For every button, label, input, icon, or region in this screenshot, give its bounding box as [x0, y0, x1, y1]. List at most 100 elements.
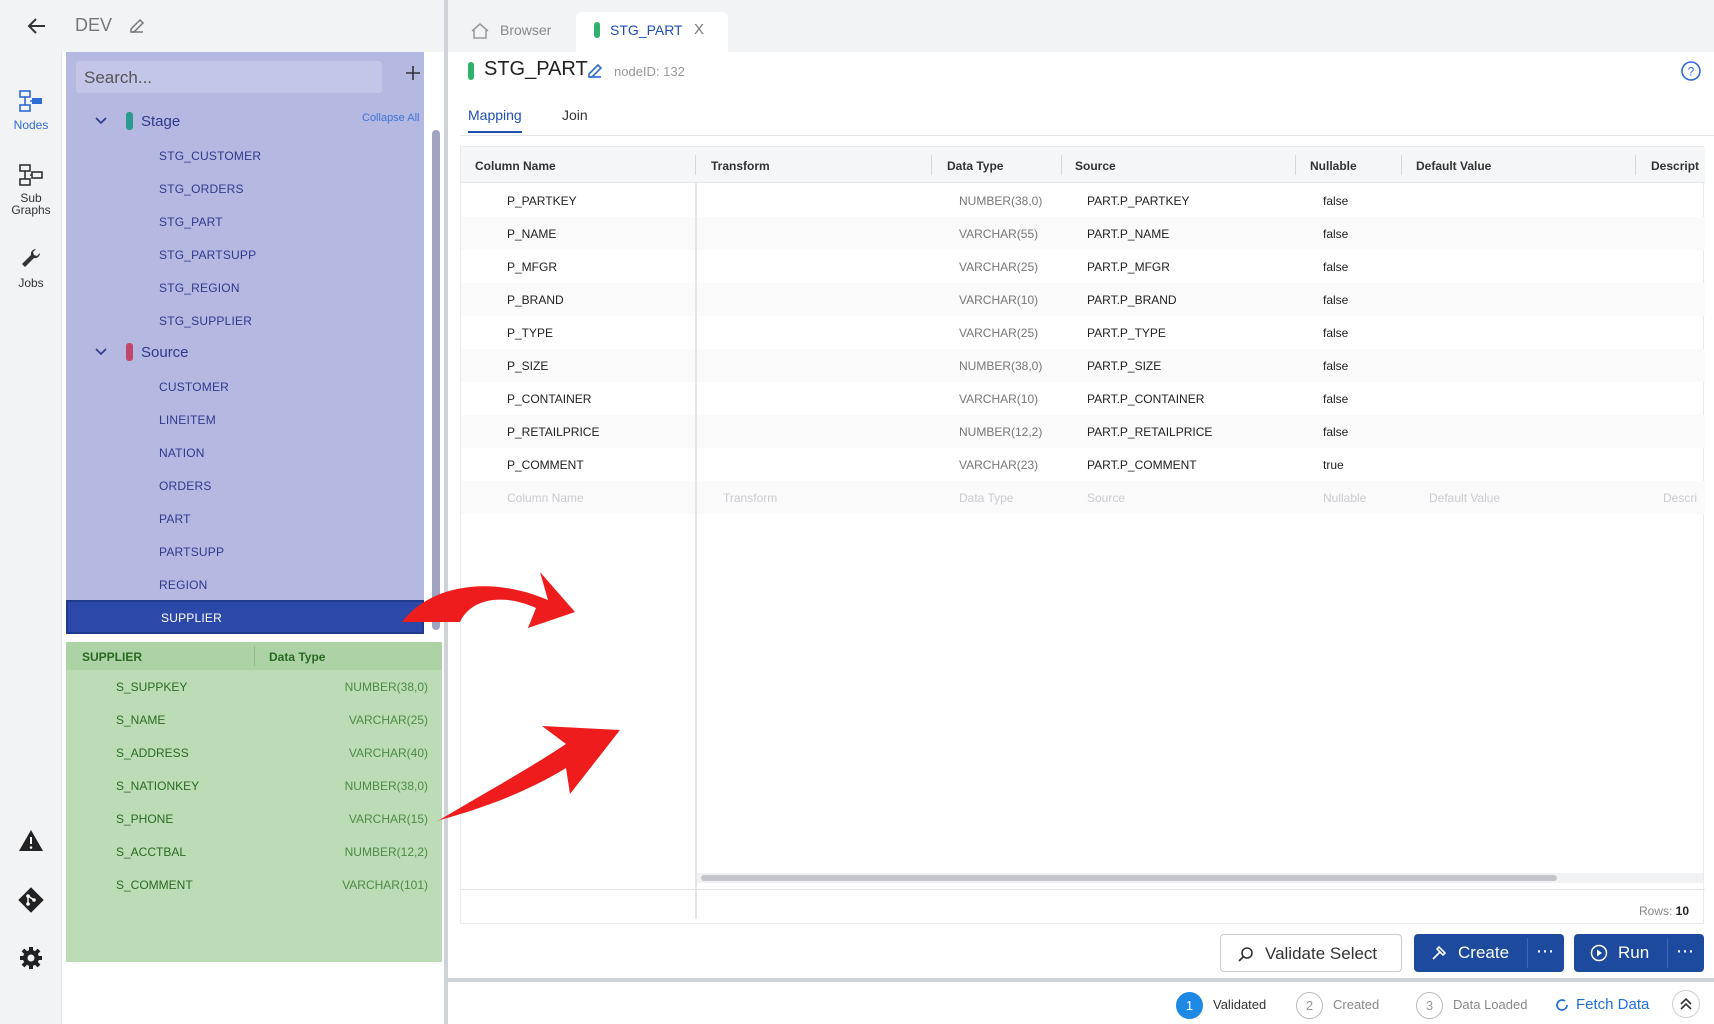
table-row[interactable]: P_CONTAINER VARCHAR(10) PART.P_CONTAINER fa…: [461, 382, 1705, 415]
tree-item[interactable]: STG_ORDERS: [66, 173, 424, 205]
col-header-column-name[interactable]: Column Name: [475, 159, 556, 173]
cell-source: PART.P_PARTKEY: [1087, 194, 1190, 208]
stage-color-bar: [126, 112, 133, 130]
tab-mapping[interactable]: Mapping: [468, 107, 522, 133]
table-row[interactable]: P_BRAND VARCHAR(10) PART.P_BRAND false: [461, 283, 1705, 316]
tab-browser[interactable]: Browser: [456, 12, 574, 52]
table-row[interactable]: P_SIZE NUMBER(38,0) PART.P_SIZE false: [461, 349, 1705, 382]
pencil-icon[interactable]: [128, 16, 146, 39]
run-more-icon[interactable]: ⋯: [1676, 941, 1694, 962]
tree-item[interactable]: ORDERS: [66, 470, 424, 502]
col-header-data-type[interactable]: Data Type: [947, 159, 1003, 173]
column-type: NUMBER(12,2): [344, 845, 428, 859]
edit-icon[interactable]: [586, 61, 604, 84]
rail-item-jobs[interactable]: Jobs: [0, 246, 62, 290]
table-row[interactable]: P_NAME VARCHAR(55) PART.P_NAME false: [461, 217, 1705, 250]
cell-nullable: false: [1323, 392, 1349, 406]
panel-resize-handle[interactable]: [444, 0, 448, 1024]
col-header-transform[interactable]: Transform: [711, 159, 770, 173]
rail-item-nodes[interactable]: Nodes: [0, 88, 62, 132]
col-header-nullable[interactable]: Nullable: [1310, 159, 1357, 173]
sub-tabs: Mapping Join: [460, 100, 1714, 136]
back-arrow-icon[interactable]: [24, 13, 50, 39]
cell-name: P_TYPE: [507, 326, 554, 340]
add-node-button[interactable]: [402, 62, 424, 84]
step-number: 2: [1296, 992, 1323, 1019]
create-button[interactable]: Create ⋯: [1414, 934, 1564, 972]
col-header-description[interactable]: Descript: [1651, 159, 1699, 173]
tree-item[interactable]: STG_SUPPLIER: [66, 305, 424, 337]
tab-stg-part[interactable]: STG_PART X: [576, 12, 728, 52]
table-row[interactable]: P_PARTKEY NUMBER(38,0) PART.P_PARTKEY false: [461, 184, 1705, 217]
group-name: Stage: [141, 113, 181, 130]
cell-nullable: false: [1323, 260, 1349, 274]
placeholder-source: Source: [1087, 491, 1126, 505]
tree-item[interactable]: NATION: [66, 437, 424, 469]
step-created: 2 Created: [1296, 992, 1379, 1019]
column-row[interactable]: S_NAME VARCHAR(25): [66, 703, 442, 736]
tree-item-selected[interactable]: SUPPLIER: [66, 600, 424, 634]
browser-scrollbar[interactable]: [432, 130, 440, 630]
table-row[interactable]: P_MFGR VARCHAR(25) PART.P_MFGR false: [461, 250, 1705, 283]
column-row[interactable]: S_ACCTBAL NUMBER(12,2): [66, 835, 442, 868]
tree-item[interactable]: REGION: [66, 569, 424, 601]
rail-item-subgraphs[interactable]: Sub Graphs: [0, 162, 62, 216]
validate-label: Validate Select: [1265, 944, 1378, 963]
group-source[interactable]: Source: [66, 337, 424, 369]
close-icon[interactable]: X: [694, 21, 704, 38]
column-row[interactable]: S_ADDRESS VARCHAR(40): [66, 736, 442, 769]
cell-name: P_SIZE: [507, 359, 549, 373]
plus-icon: [406, 66, 420, 80]
collapse-panel-button[interactable]: [1672, 990, 1700, 1018]
pinned-column-divider: [695, 183, 697, 919]
cell-type: NUMBER(38,0): [959, 194, 1043, 208]
scroll-thumb[interactable]: [701, 875, 1557, 881]
cell-name: P_RETAILPRICE: [507, 425, 600, 439]
header-divider: [931, 155, 932, 175]
search-input[interactable]: Search...: [76, 61, 382, 93]
col-header-source[interactable]: Source: [1075, 159, 1116, 173]
step-data-loaded: 3 Data Loaded: [1416, 992, 1527, 1019]
cell-nullable: false: [1323, 227, 1349, 241]
gear-icon[interactable]: [0, 945, 62, 975]
fetch-data-button[interactable]: Fetch Data: [1554, 996, 1649, 1013]
cell-source: PART.P_NAME: [1087, 227, 1170, 241]
column-row[interactable]: S_SUPPKEY NUMBER(38,0): [66, 670, 442, 703]
tree-item[interactable]: STG_PARTSUPP: [66, 239, 424, 271]
tree-item[interactable]: STG_REGION: [66, 272, 424, 304]
help-icon[interactable]: ?: [1680, 60, 1702, 87]
step-number: 1: [1176, 992, 1203, 1019]
cell-nullable: false: [1323, 293, 1349, 307]
warning-icon[interactable]: [0, 828, 62, 858]
table-row[interactable]: P_TYPE VARCHAR(25) PART.P_TYPE false: [461, 316, 1705, 349]
create-more-icon[interactable]: ⋯: [1536, 941, 1554, 962]
tree-item[interactable]: PARTSUPP: [66, 536, 424, 568]
column-row[interactable]: S_COMMENT VARCHAR(101): [66, 868, 442, 901]
column-row[interactable]: S_PHONE VARCHAR(15): [66, 802, 442, 835]
header-divider: [695, 155, 696, 175]
tab-join[interactable]: Join: [562, 107, 588, 131]
col-header-default-value[interactable]: Default Value: [1416, 159, 1491, 173]
play-icon: [1590, 944, 1608, 962]
git-icon[interactable]: [0, 887, 62, 917]
tree-item[interactable]: CUSTOMER: [66, 371, 424, 403]
cell-nullable: true: [1323, 458, 1344, 472]
tree-item[interactable]: STG_CUSTOMER: [66, 140, 424, 172]
columns-header: SUPPLIER Data Type: [66, 642, 442, 670]
tree-item[interactable]: STG_PART: [66, 206, 424, 238]
group-stage[interactable]: Stage: [66, 106, 424, 138]
table-row[interactable]: P_COMMENT VARCHAR(23) PART.P_COMMENT true: [461, 448, 1705, 481]
columns-header-name: SUPPLIER: [82, 650, 143, 664]
tree-item[interactable]: LINEITEM: [66, 404, 424, 436]
validate-select-button[interactable]: Validate Select: [1220, 934, 1402, 972]
table-row[interactable]: P_RETAILPRICE NUMBER(12,2) PART.P_RETAILPR…: [461, 415, 1705, 448]
cell-nullable: false: [1323, 194, 1349, 208]
scroll-thumb[interactable]: [432, 130, 440, 630]
cell-source: PART.P_COMMENT: [1087, 458, 1197, 472]
tree-item[interactable]: PART: [66, 503, 424, 535]
run-button[interactable]: Run ⋯: [1574, 934, 1704, 972]
chevron-down-icon: [95, 117, 107, 125]
new-row-placeholder[interactable]: Column Name Transform Data Type Source N…: [461, 481, 1705, 514]
horizontal-scrollbar[interactable]: [697, 873, 1703, 883]
column-row[interactable]: S_NATIONKEY NUMBER(38,0): [66, 769, 442, 802]
